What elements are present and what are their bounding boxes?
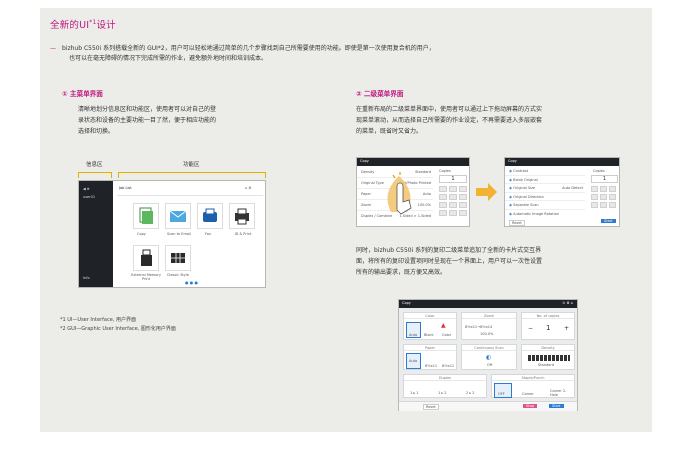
page-dots[interactable]: ● ● ● [185,280,198,285]
intro-paragraph: — bizhub C550i 系列搭载全新的 GUI*2，用户可以轻松地通过简单的… [50,44,640,64]
card-paper[interactable]: Paper Auto 8½x11 8½x11 [403,344,457,370]
header-icons[interactable]: ⌂ ⚙ [245,186,251,190]
copies-plus: + [564,325,570,332]
job-list-header[interactable]: Job List [119,186,132,190]
classic-style-tile-label: Classic Style [166,273,189,277]
fax-icon [203,208,217,222]
fax-tile[interactable] [197,203,223,229]
setting-row-blank-original: ◉ Blank Original [505,176,585,184]
copies-value: 1 [546,324,551,332]
setting-row-auto-rotation: ◉ Automatic Image Rotation [509,211,559,216]
submenu-after-titlebar: Copy [505,158,619,166]
card-stop-button[interactable]: Stop [523,404,537,408]
id-print-tile[interactable] [229,203,255,229]
copies-minus: − [528,325,534,332]
setting-list-after[interactable]: ◉ Contrast ◉ Blank Original ◉ Original S… [505,167,585,218]
section2-heading: ② 二级菜单界面 [356,90,404,98]
card-copies[interactable]: No. of copies − 1 + [521,312,575,340]
external-memory-tile[interactable] [133,245,159,271]
copies-field-before[interactable]: 1 [439,175,467,183]
setting-row-original-direction: ◉ Original Direction [505,193,585,201]
card-reset-button[interactable]: Reset [423,404,439,410]
reset-button-after[interactable]: Reset [509,220,525,226]
intro-dash: — [50,45,56,52]
usb-icon [141,249,152,266]
color-triangle-icon: ▲ [441,322,446,329]
header-divider [117,195,263,196]
printer-icon [235,208,249,225]
fax-tile-label: Fax [205,232,211,236]
start-button-after[interactable]: Start [601,219,616,223]
card-zoom[interactable]: Zoom 8½x11→8½x14 100.0% [461,312,517,340]
copy-tile-label: Copy [137,232,146,236]
card-color[interactable]: Color Auto Black Color ▲ [403,312,457,340]
sidebar-info[interactable]: Info [83,276,90,280]
intro-line-1: bizhub C550i 系列搭载全新的 GUI*2，用户可以轻松地通过简单的几… [62,45,435,52]
card-screen-icons[interactable]: ⊙ ⚙ ⌂ [562,301,573,305]
submenu-screen-before: Copy Density Standard Original Type Text/P… [356,157,470,227]
setting-row-original-size: ◉ Original Size Auto Detect [505,184,585,193]
density-scale [528,355,570,361]
id-print-tile-label: ID & Print [234,232,252,236]
sidebar-icons: ◀ ⊕ [83,187,90,191]
sidebar-user[interactable]: user01 [83,195,95,199]
keypad-after[interactable] [591,186,616,208]
info-zone-bracket [78,172,112,178]
scan-email-tile[interactable] [165,203,191,229]
section2-text: 在重新布局的二级菜单界面中，使用者可以通过上下拖动屏幕的方式实 现菜单滚动，从而… [356,106,543,135]
info-zone-label: 信息区 [86,162,103,168]
section2-text-2: 同时，bizhub C550i 系列的复印二级菜单追加了全新的卡片式交互界 面，… [356,247,543,276]
main-menu-sidebar: ◀ ⊕ user01 Info [79,181,113,287]
scan-email-tile-label: Scan to Email [167,232,191,236]
card-style-copy-screen: Copy ⊙ ⚙ ⌂ Color Auto Black Color ▲ Zoom… [398,299,578,411]
submenu-screen-after: Copy ◉ Contrast ◉ Blank Original ◉ Origi… [504,157,620,227]
function-zone-bracket [118,172,266,178]
card-screen-title: Copy [402,301,411,305]
continuous-scan-toggle-icon: ◐ [486,354,492,361]
section1-text: 清晰地划分信息区和功能区，使用者可以对自己的登 录状态和设备的主要功能一目了然，… [78,106,217,135]
card-staple-punch[interactable]: Staple/Punch OFF Corner Corner 2-Hole [491,374,575,398]
submenu-titlebar: Copy [357,158,469,166]
card-screen-footer: Reset Stop Start [399,401,577,411]
keypad-before[interactable] [439,186,467,216]
copy-icon [139,207,153,224]
footnote-2: *2 GUI—Graphic User Interface, 图形化用户界面 [60,326,176,332]
copy-tile[interactable] [133,203,159,229]
card-duplex[interactable]: Duplex 1 ▸ 1 1 ▸ 2 2 ▸ 2 [403,374,487,398]
setting-row-separate-scan: ◉ Separate Scan [505,201,585,210]
setting-row-contrast: ◉ Contrast [505,167,585,176]
section1-heading: ① 主菜单界面 [62,90,103,98]
copies-field-after[interactable]: 1 [591,175,618,183]
footnote-1: *1 UI—User Interface, 用户界面 [60,317,136,323]
copies-label-before: Copies [439,169,451,173]
right-arrow-icon [476,183,497,201]
grid-icon [171,253,185,263]
card-screen-titlebar: Copy ⊙ ⚙ ⌂ [399,300,577,308]
classic-style-tile[interactable] [165,245,191,271]
footnotes: *1 UI—User Interface, 用户界面 *2 GUI—Graphi… [60,316,176,334]
intro-line-2: 也可以在毫无障碍的情况下完成所需的作业，避免额外地时间和培训成本。 [69,55,268,62]
main-menu-screen: ◀ ⊕ user01 Info Job List ⌂ ⚙ Copy Scan t… [78,180,266,288]
copies-label-after: Copies [593,169,605,173]
external-memory-tile-label: External Memory Print [131,273,161,281]
page-title: 全新的UI*1设计 [50,18,116,31]
email-icon [169,210,187,222]
card-start-button[interactable]: Start [549,404,564,408]
card-continuous-scan[interactable]: Continuous Scan ◐ Off [461,344,517,370]
card-density[interactable]: Density Standard [521,344,575,370]
function-zone-label: 功能区 [183,162,200,168]
hand-swipe-icon [387,172,412,215]
